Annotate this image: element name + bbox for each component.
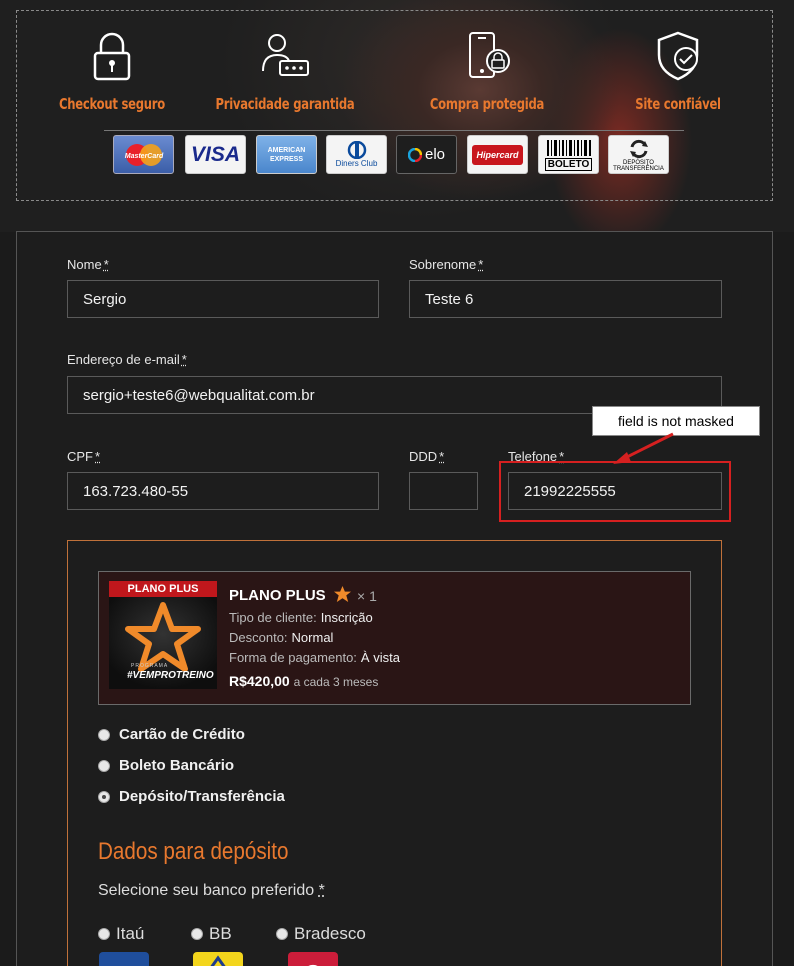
email-label: Endereço de e-mail * [67,352,187,367]
cpf-label: CPF * [67,449,100,464]
visa-logo: VISA [185,135,246,174]
deposit-section-title: Dados para depósito [98,838,288,866]
mastercard-logo: MasterCard [113,135,174,174]
boleto-logo: BOLETO [538,135,599,174]
svg-text:MasterCard: MasterCard [124,153,163,160]
radio-button-checked[interactable] [98,791,110,803]
product-quantity: × 1 [357,588,377,604]
phone-lock-icon [462,29,512,84]
sobrenome-input[interactable]: Teste 6 [409,280,722,318]
product-banner: PLANO PLUS [109,581,217,597]
hipercard-logo: Hipercard [467,135,528,174]
ddd-label: DDD * [409,449,444,464]
user-password-icon [260,29,310,84]
trust-label: Privacidade garantida [212,95,358,113]
itau-logo[interactable] [99,952,149,966]
product-detail-row: Forma de pagamento: À vista [229,650,400,665]
product-logo-subtitle: PROGRAMA [131,663,168,669]
bank-prompt: Selecione seu banco preferido * [98,882,325,900]
payment-option-deposito[interactable]: Depósito/Transferência [98,788,285,805]
ddd-input[interactable] [409,472,478,510]
elo-logo: elo [396,135,457,174]
product-detail-row: Tipo de cliente: Inscrição [229,610,373,625]
radio-button[interactable] [98,729,110,741]
sobrenome-label: Sobrenome * [409,257,483,272]
diners-logo: Diners Club [326,135,387,174]
radio-button[interactable] [98,928,110,940]
product-logo-text: #VEMPROTREINO [127,670,214,681]
cpf-input[interactable]: 163.723.480-55 [67,472,379,510]
deposito-logo: DEPÓSITO TRANSFERÊNCIA [608,135,669,174]
product-detail-row: Desconto: Normal [229,630,333,645]
star-icon [333,585,352,603]
padlock-icon [87,29,137,84]
bank-option-bb[interactable]: BB [191,924,232,944]
annotation-arrow-icon [605,430,680,470]
product-price: R$420,00 a cada 3 meses [229,673,378,689]
bradesco-logo[interactable] [288,952,338,966]
nome-label: Nome * [67,257,109,272]
nome-input[interactable]: Sergio [67,280,379,318]
annotation-highlight-box [499,461,731,522]
bank-option-itau[interactable]: Itaú [98,924,144,944]
bank-option-bradesco[interactable]: Bradesco [276,924,366,944]
payment-option-boleto[interactable]: Boleto Bancário [98,757,234,774]
product-image: PLANO PLUS PROGRAMA #VEMPROTREINO [109,581,217,689]
amex-logo: AMERICAN EXPRESS [256,135,317,174]
radio-button[interactable] [276,928,288,940]
shield-check-icon [653,29,703,84]
trust-label: Checkout seguro [39,95,185,113]
payment-option-credit-card[interactable]: Cartão de Crédito [98,726,245,743]
trust-divider [104,130,684,131]
radio-button[interactable] [98,760,110,772]
radio-button[interactable] [191,928,203,940]
bb-logo[interactable] [193,952,243,966]
trust-label: Compra protegida [414,95,560,113]
product-title: PLANO PLUS [229,587,326,604]
trust-label: Site confiável [605,95,751,113]
